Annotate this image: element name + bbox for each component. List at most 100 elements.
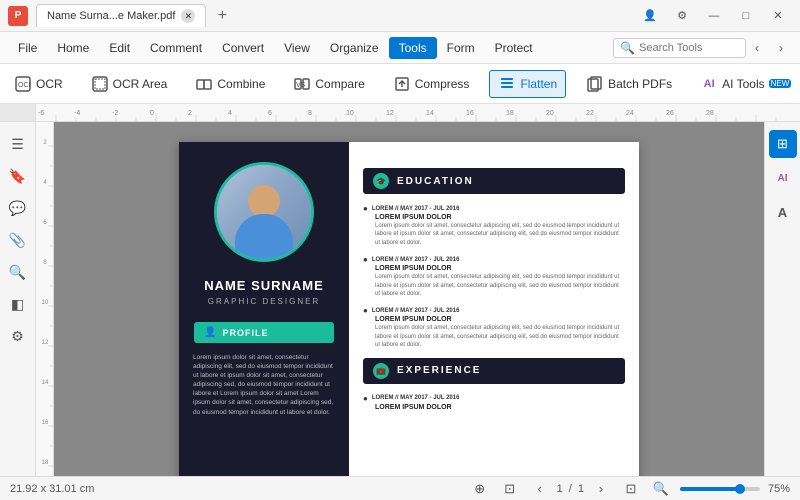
- tools-toolbar: OCR OCR OCR Area Combine VS Compare Comp…: [0, 64, 800, 104]
- statusbar-icon-2[interactable]: ⊡: [499, 478, 521, 500]
- compare-button[interactable]: VS Compare: [285, 71, 372, 97]
- zoom-thumb[interactable]: [735, 484, 745, 494]
- ocr-icon: OCR: [14, 75, 32, 93]
- right-panel: ⊞ AI A: [764, 122, 800, 476]
- edu-title-2: LOREM IPSUM DOLOR: [363, 265, 625, 272]
- svg-text:28: 28: [706, 110, 714, 117]
- edu-item-1: LOREM // MAY 2017 - JUL 2016 LOREM IPSUM…: [363, 204, 625, 247]
- ocr-area-icon: [91, 75, 109, 93]
- menu-form[interactable]: Form: [437, 37, 485, 59]
- panel-bookmark-icon[interactable]: 🔖: [4, 162, 32, 190]
- new-tab-button[interactable]: +: [210, 4, 234, 28]
- edu-text-1: Lorem ipsum dolor sit amet, consectetur …: [363, 222, 625, 247]
- profile-icon: 👤: [204, 327, 216, 338]
- menu-protect[interactable]: Protect: [485, 37, 543, 59]
- svg-text:16: 16: [41, 420, 48, 426]
- search-icon: 🔍: [620, 41, 635, 55]
- tab-close-button[interactable]: ✕: [181, 9, 195, 23]
- zoom-level: 75%: [768, 483, 790, 495]
- close-button[interactable]: ✕: [764, 6, 792, 26]
- experience-icon: 💼: [373, 363, 389, 379]
- ai-tools-button[interactable]: AI AI Tools NEW: [692, 71, 799, 97]
- next-page-button[interactable]: ›: [590, 478, 612, 500]
- prev-page-button[interactable]: ‹: [529, 478, 551, 500]
- menu-home[interactable]: Home: [47, 37, 99, 59]
- horizontal-ruler: // Generate tick marks in SVG - we'll do…: [0, 104, 800, 122]
- page-current: 1: [557, 483, 563, 495]
- maximize-button[interactable]: □: [732, 6, 760, 26]
- ocr-area-button[interactable]: OCR Area: [83, 71, 176, 97]
- menu-view[interactable]: View: [274, 37, 320, 59]
- search-input[interactable]: [639, 42, 739, 54]
- nav-forward-button[interactable]: ›: [770, 37, 792, 59]
- panel-search-icon[interactable]: 🔍: [4, 258, 32, 286]
- zoom-slider-container[interactable]: [680, 487, 760, 491]
- ruler-ticks: // Generate tick marks in SVG - we'll do…: [36, 104, 796, 121]
- compress-icon: [393, 75, 411, 93]
- menu-convert[interactable]: Convert: [212, 37, 274, 59]
- batch-pdfs-icon: [586, 75, 604, 93]
- panel-settings-icon[interactable]: ⚙: [4, 322, 32, 350]
- tab-bar: Name Surna...e Maker.pdf ✕ +: [36, 4, 636, 28]
- ruler-corner: [0, 104, 36, 122]
- window-controls: 👤 ⚙ — □ ✕: [636, 6, 792, 26]
- panel-layers-icon[interactable]: ◧: [4, 290, 32, 318]
- edu-title-3: LOREM IPSUM DOLOR: [363, 316, 625, 323]
- photo-placeholder: [217, 165, 311, 259]
- combine-label: Combine: [217, 77, 265, 91]
- batch-pdfs-label: Batch PDFs: [608, 77, 672, 91]
- panel-attachment-icon[interactable]: 📎: [4, 226, 32, 254]
- person-shirt: [235, 214, 293, 259]
- svg-text:16: 16: [466, 110, 474, 117]
- svg-text:6: 6: [268, 110, 272, 117]
- ocr-area-label: OCR Area: [113, 77, 168, 91]
- svg-text:8: 8: [43, 260, 47, 266]
- fit-page-button[interactable]: ⊡: [620, 478, 642, 500]
- svg-text:12: 12: [41, 340, 48, 346]
- right-panel-btn-a[interactable]: A: [769, 198, 797, 226]
- panel-menu-icon[interactable]: ☰: [4, 130, 32, 158]
- main-area: ☰ 🔖 💬 📎 🔍 ◧ ⚙ 2 4 6 8 10 12 14 16 18: [0, 122, 800, 476]
- settings-button[interactable]: ⚙: [668, 6, 696, 26]
- svg-text:2: 2: [43, 140, 47, 146]
- svg-text:4: 4: [228, 110, 232, 117]
- batch-pdfs-button[interactable]: Batch PDFs: [578, 71, 680, 97]
- menu-comment[interactable]: Comment: [140, 37, 212, 59]
- svg-text:6: 6: [43, 220, 47, 226]
- app-icon: P: [8, 6, 28, 26]
- combine-button[interactable]: Combine: [187, 71, 273, 97]
- svg-text:20: 20: [546, 110, 554, 117]
- zoom-slider[interactable]: [680, 487, 760, 491]
- ai-badge: NEW: [769, 79, 792, 88]
- menu-edit[interactable]: Edit: [99, 37, 140, 59]
- svg-text:-4: -4: [74, 110, 80, 117]
- menubar: File Home Edit Comment Convert View Orga…: [0, 32, 800, 64]
- flatten-button[interactable]: Flatten: [489, 70, 566, 98]
- user-button[interactable]: 👤: [636, 6, 664, 26]
- education-icon: 🎓: [373, 173, 389, 189]
- document-area: NAME SURNAME GRAPHIC DESIGNER 👤 PROFILE …: [54, 122, 764, 476]
- zoom-fill: [680, 487, 740, 491]
- menu-tools[interactable]: Tools: [389, 37, 437, 59]
- titlebar: P Name Surna...e Maker.pdf ✕ + 👤 ⚙ — □ ✕: [0, 0, 800, 32]
- menu-organize[interactable]: Organize: [320, 37, 389, 59]
- menu-file[interactable]: File: [8, 37, 47, 59]
- edu-item-3: LOREM // MAY 2017 - JUL 2016 LOREM IPSUM…: [363, 306, 625, 349]
- page-separator: /: [569, 483, 572, 495]
- compress-button[interactable]: Compress: [385, 71, 478, 97]
- svg-text:OCR: OCR: [18, 82, 31, 89]
- cv-right-column: 🎓 EDUCATION LOREM // MAY 2017 - JUL 2016…: [349, 142, 639, 476]
- search-box[interactable]: 🔍: [613, 38, 746, 58]
- active-tab[interactable]: Name Surna...e Maker.pdf ✕: [36, 4, 206, 27]
- zoom-out-button[interactable]: 🔍: [650, 478, 672, 500]
- statusbar-icon-1[interactable]: ⊕: [469, 478, 491, 500]
- svg-text:2: 2: [188, 110, 192, 117]
- right-panel-btn-1[interactable]: ⊞: [769, 130, 797, 158]
- right-panel-btn-ai[interactable]: AI: [769, 164, 797, 192]
- svg-text:26: 26: [666, 110, 674, 117]
- nav-back-button[interactable]: ‹: [746, 37, 768, 59]
- panel-comment-icon[interactable]: 💬: [4, 194, 32, 222]
- minimize-button[interactable]: —: [700, 6, 728, 26]
- svg-text:14: 14: [426, 110, 434, 117]
- ocr-button[interactable]: OCR OCR: [6, 71, 71, 97]
